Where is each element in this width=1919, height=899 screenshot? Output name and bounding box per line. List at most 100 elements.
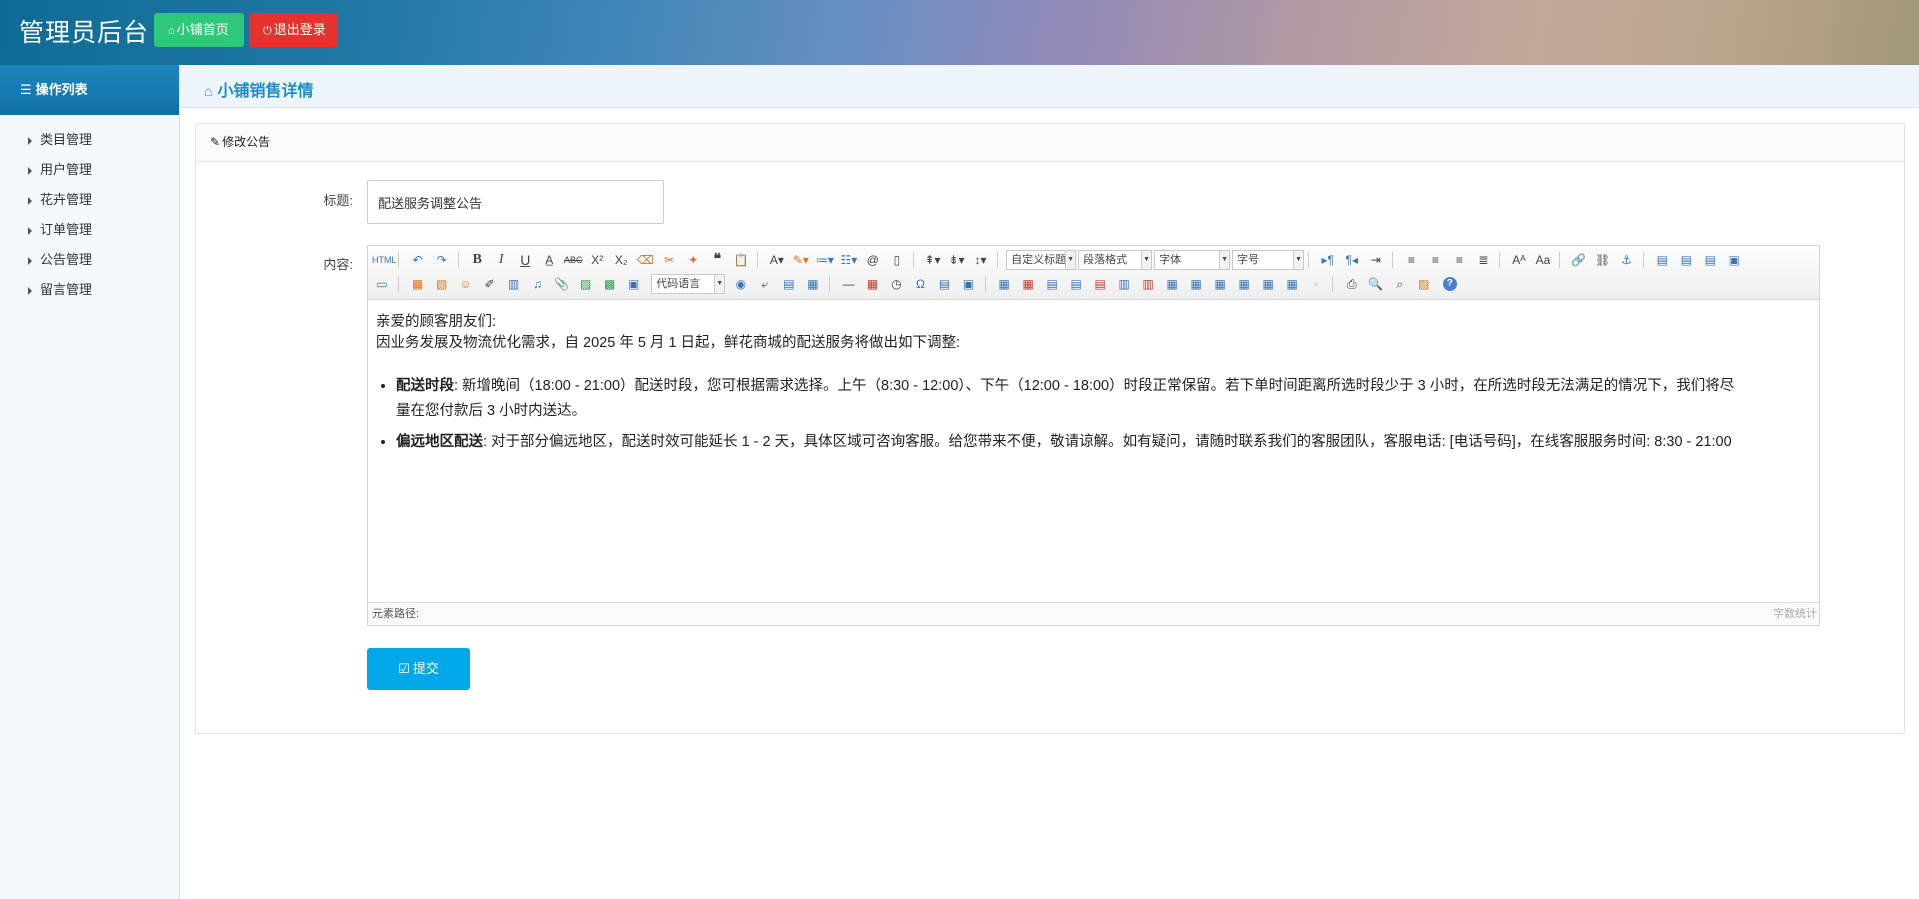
font-color-icon[interactable]: A▾ — [767, 250, 787, 270]
wordimage-icon[interactable]: ▤ — [935, 274, 955, 294]
insert-frame-icon[interactable]: ▣ — [624, 274, 644, 294]
align-right-icon[interactable]: ≡ — [1449, 250, 1469, 270]
insert-paragraph-before-table-icon[interactable]: ▤ — [1042, 274, 1062, 294]
home-button[interactable]: ⌂ 小铺首页 — [154, 13, 244, 47]
print-icon[interactable]: ⎙ — [1342, 274, 1362, 294]
image-right-icon[interactable]: ▤ — [1700, 250, 1720, 270]
page-break-icon[interactable]: ⤶ — [755, 274, 775, 294]
map-icon[interactable]: ▨ — [576, 274, 596, 294]
line-height-icon[interactable]: ↕▾ — [971, 250, 991, 270]
help-icon[interactable]: ? — [1442, 277, 1457, 291]
music-icon[interactable]: ♫ — [528, 274, 548, 294]
image-none-icon[interactable]: ▤ — [1652, 250, 1672, 270]
web-app-icon[interactable]: ◉ — [731, 274, 751, 294]
split-to-rows-icon[interactable]: ▦ — [1258, 274, 1278, 294]
auto-typeset-icon[interactable]: ✦ — [683, 250, 703, 270]
template-icon[interactable]: ▤ — [779, 274, 799, 294]
sidebar-item-orders[interactable]: 订单管理 — [0, 215, 179, 245]
row-spacing-bottom-icon[interactable]: ⇟▾ — [947, 250, 967, 270]
attachment-icon[interactable]: 📎 — [552, 274, 572, 294]
lowercase-icon[interactable]: Aa — [1533, 250, 1553, 270]
sidebar-item-announcements[interactable]: 公告管理 — [0, 245, 179, 275]
code-language-select[interactable]: 代码语言 ▼ — [651, 274, 726, 294]
redo-icon[interactable]: ↷ — [432, 250, 452, 270]
align-justify-icon[interactable]: ≣ — [1473, 250, 1493, 270]
link-icon[interactable]: 🔗 — [1569, 250, 1589, 270]
chevron-down-icon: ▼ — [1065, 251, 1076, 269]
format-match-icon[interactable]: ✂ — [659, 250, 679, 270]
special-char-icon[interactable]: Ω — [911, 274, 931, 294]
preview-icon[interactable]: 🔍 — [1366, 274, 1386, 294]
sidebar-item-messages[interactable]: 留言管理 — [0, 275, 179, 305]
row-spacing-top-icon[interactable]: ⇞▾ — [923, 250, 943, 270]
charts-icon[interactable]: ▫ — [1306, 274, 1326, 294]
split-to-cols-icon[interactable]: ▦ — [1282, 274, 1302, 294]
uppercase-icon[interactable]: Aᴬ — [1509, 250, 1529, 270]
html-source-icon[interactable]: HTML — [372, 250, 397, 270]
bold-icon[interactable]: B — [467, 250, 487, 270]
custom-title-select[interactable]: 自定义标题 ▼ — [1006, 250, 1077, 270]
insert-video-icon[interactable]: ▥ — [504, 274, 524, 294]
image-block-icon[interactable]: ▭ — [372, 274, 392, 294]
image-center-icon[interactable]: ▣ — [1724, 250, 1744, 270]
paste-plain-icon[interactable]: 📋 — [731, 250, 751, 270]
direction-rtl-icon[interactable]: ¶◂ — [1342, 250, 1362, 270]
font-family-select[interactable]: 字体 ▼ — [1154, 250, 1231, 270]
align-center-icon[interactable]: ≡ — [1425, 250, 1445, 270]
scrawl-icon[interactable]: ✐ — [480, 274, 500, 294]
logout-button[interactable]: ⏻ 退出登录 — [249, 13, 338, 47]
subscript-icon[interactable]: X₂ — [611, 250, 631, 270]
element-path: 元素路径: — [372, 608, 420, 620]
sidebar-item-category[interactable]: 类目管理 — [0, 125, 179, 155]
time-icon[interactable]: ◷ — [887, 274, 907, 294]
insert-col-icon[interactable]: ▥ — [1114, 274, 1134, 294]
ordered-list-icon[interactable]: ≔▾ — [815, 250, 835, 270]
undo-icon[interactable]: ↶ — [408, 250, 428, 270]
delete-table-icon[interactable]: ▦ — [1018, 274, 1038, 294]
background-icon[interactable]: ▦ — [803, 274, 823, 294]
insert-table-icon[interactable]: ▦ — [994, 274, 1014, 294]
highlight-color-icon[interactable]: ✎▾ — [791, 250, 811, 270]
date-icon[interactable]: ▦ — [863, 274, 883, 294]
clear-doc-icon[interactable]: ▯ — [887, 250, 907, 270]
anchor-icon[interactable]: ⚓ — [1617, 250, 1637, 270]
delete-col-icon[interactable]: ▥ — [1138, 274, 1158, 294]
simple-upload-icon[interactable]: ▦ — [408, 274, 428, 294]
indent-icon[interactable]: ⇥ — [1366, 250, 1386, 270]
align-left-icon[interactable]: ≡ — [1401, 250, 1421, 270]
superscript-icon[interactable]: X² — [587, 250, 607, 270]
merge-right-icon[interactable]: ▦ — [1186, 274, 1206, 294]
snapscreen-icon[interactable]: ▣ — [959, 274, 979, 294]
sidebar-item-flowers[interactable]: 花卉管理 — [0, 185, 179, 215]
title-input[interactable] — [367, 180, 664, 224]
emotion-icon[interactable]: ☺ — [456, 274, 476, 294]
toolbar-separator — [398, 252, 399, 268]
drafts-icon[interactable]: ▨ — [1414, 274, 1434, 294]
image-left-icon[interactable]: ▤ — [1676, 250, 1696, 270]
insert-image-icon[interactable]: ▧ — [432, 274, 452, 294]
gmap-icon[interactable]: ▩ — [600, 274, 620, 294]
unlink-icon[interactable]: ⛓ — [1593, 250, 1613, 270]
paragraph-select[interactable]: 段落格式 ▼ — [1078, 250, 1153, 270]
select-all-icon[interactable]: @ — [863, 250, 883, 270]
delete-row-icon[interactable]: ▤ — [1090, 274, 1110, 294]
split-to-cells-icon[interactable]: ▦ — [1234, 274, 1254, 294]
font-size-select[interactable]: 字号 ▼ — [1232, 250, 1305, 270]
strikethrough-icon[interactable]: ABC — [563, 250, 583, 270]
underline-icon[interactable]: U — [515, 250, 535, 270]
font-border-icon[interactable]: A̲ — [539, 250, 559, 270]
sidebar-item-users[interactable]: 用户管理 — [0, 155, 179, 185]
horizontal-rule-icon[interactable]: — — [839, 274, 859, 294]
sidebar-title: 操作列表 — [35, 82, 88, 97]
italic-icon[interactable]: I — [491, 250, 511, 270]
blockquote-icon[interactable]: ❝ — [707, 250, 727, 270]
merge-down-icon[interactable]: ▦ — [1210, 274, 1230, 294]
editor-content[interactable]: 亲爱的顾客朋友们: 因业务发展及物流优化需求，自 2025 年 5 月 1 日起… — [368, 300, 1819, 601]
unordered-list-icon[interactable]: ☷▾ — [839, 250, 859, 270]
submit-button[interactable]: ☑ 提交 — [367, 648, 470, 690]
merge-cells-icon[interactable]: ▦ — [1162, 274, 1182, 294]
insert-row-icon[interactable]: ▤ — [1066, 274, 1086, 294]
remove-format-icon[interactable]: ⌫ — [635, 250, 655, 270]
direction-ltr-icon[interactable]: ▸¶ — [1318, 250, 1338, 270]
search-replace-icon[interactable]: ⌕ — [1390, 274, 1410, 294]
